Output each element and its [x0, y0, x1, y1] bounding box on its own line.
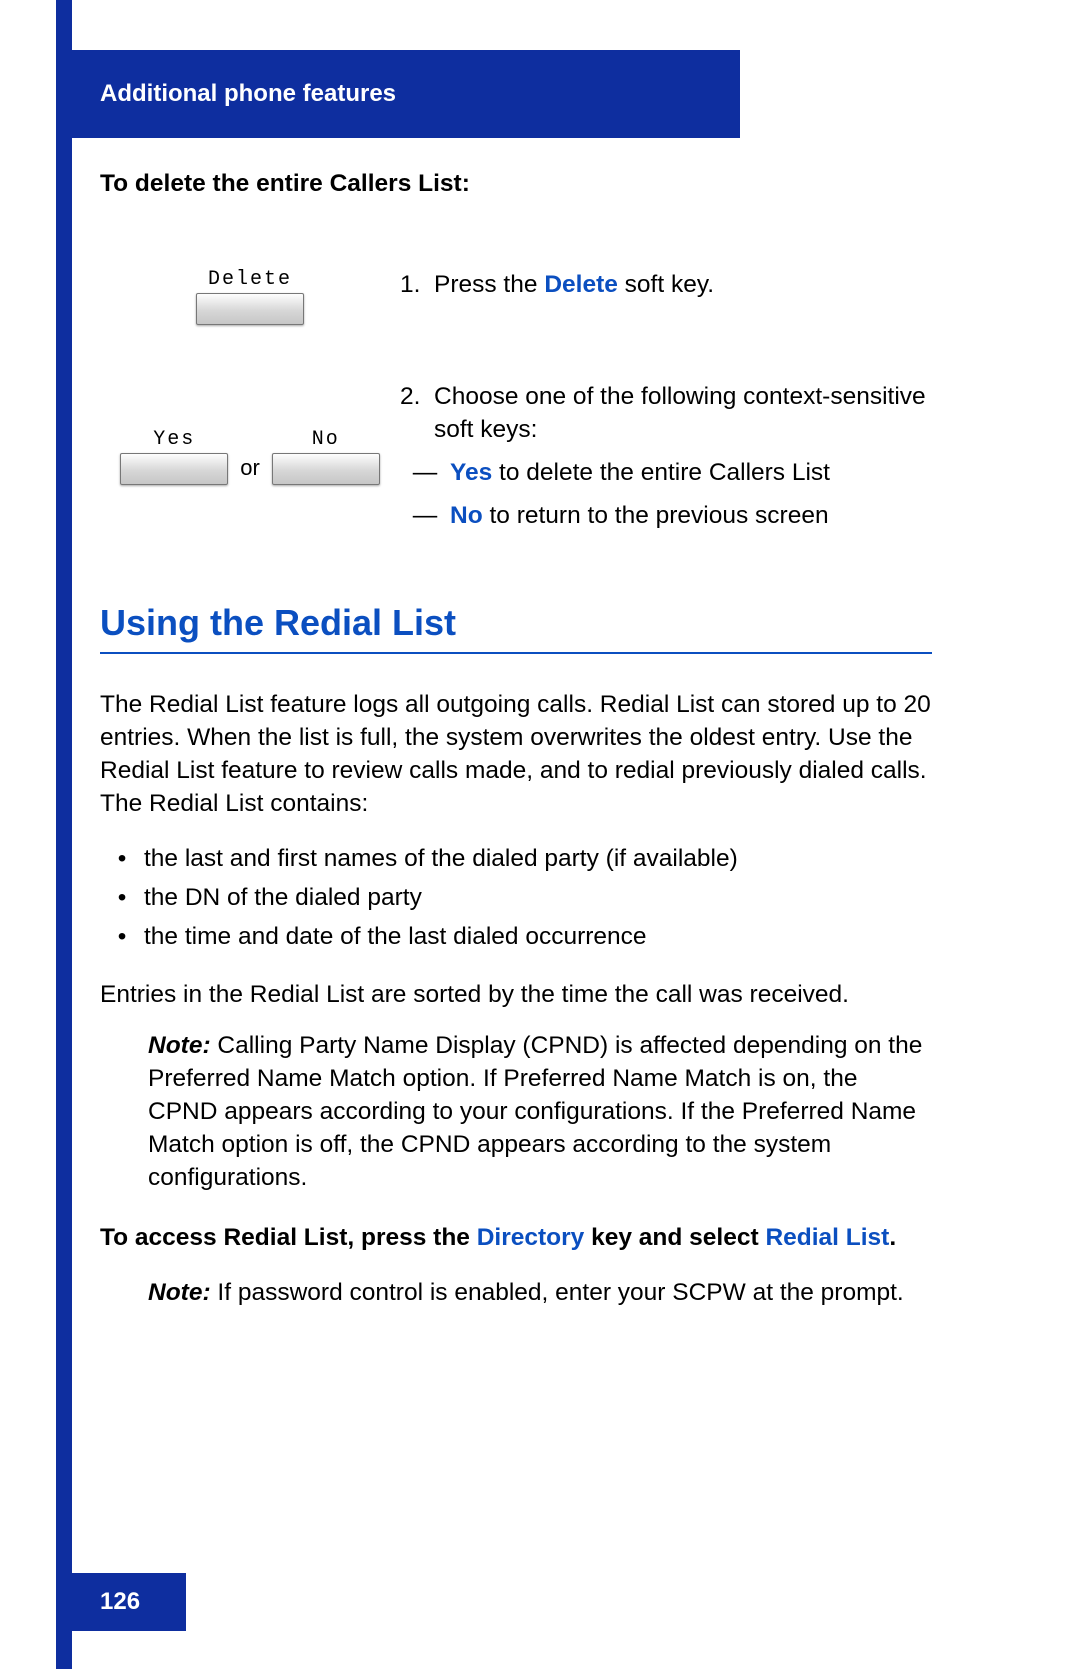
left-spine — [56, 0, 72, 1669]
yes-key: Yes — [450, 459, 492, 486]
no-softkey-label: No — [312, 428, 340, 451]
list-item: •the DN of the dialed party — [100, 878, 932, 917]
no-key: No — [450, 502, 483, 529]
redial-intro-paragraph: The Redial List feature logs all outgoin… — [100, 688, 932, 820]
password-note: Note: If password control is enabled, en… — [148, 1276, 932, 1309]
bullet-dot-icon: • — [100, 839, 144, 878]
step-1-suffix: soft key. — [618, 271, 714, 298]
step-2-option-no: — No to return to the previous screen — [400, 499, 932, 532]
intro-heading: To delete the entire Callers List: — [100, 170, 932, 198]
header-banner: Additional phone features — [56, 50, 740, 138]
note-label: Note: — [148, 1279, 211, 1306]
delete-softkey-label: Delete — [208, 268, 292, 291]
step-2-text: 2. Choose one of the following context-s… — [400, 380, 932, 532]
yes-no-softkeys: Yes or No — [120, 428, 380, 485]
step-1-row: Delete 1.Press the Delete soft key. — [100, 268, 932, 325]
content-column: To delete the entire Callers List: Delet… — [100, 170, 932, 1340]
access-post: . — [889, 1224, 896, 1251]
header-title: Additional phone features — [100, 80, 396, 108]
manual-page: Additional phone features To delete the … — [0, 0, 1080, 1669]
note-text: Calling Party Name Display (CPND) is aff… — [148, 1032, 922, 1191]
dash-icon: — — [400, 456, 450, 489]
step-2-option-yes: — Yes to delete the entire Callers List — [400, 456, 932, 489]
section-heading: Using the Redial List — [100, 602, 932, 644]
list-item: •the time and date of the last dialed oc… — [100, 917, 932, 956]
redial-list-key: Redial List — [765, 1224, 889, 1251]
cpnd-note: Note: Calling Party Name Display (CPND) … — [148, 1029, 932, 1194]
redial-bullet-list: •the last and first names of the dialed … — [100, 839, 932, 957]
access-instruction: To access Redial List, press the Directo… — [100, 1224, 932, 1252]
bullet-dot-icon: • — [100, 917, 144, 956]
no-softkey: No — [272, 428, 380, 485]
yes-softkey-button-icon — [120, 453, 228, 485]
step-2-row: Yes or No 2. Choose one of the following… — [100, 380, 932, 532]
step-2-number: 2. — [400, 380, 434, 446]
step-1-keyname: Delete — [544, 271, 618, 298]
access-mid: key and select — [584, 1224, 765, 1251]
step-1-text: 1.Press the Delete soft key. — [400, 268, 932, 301]
no-rest: to return to the previous screen — [483, 502, 829, 529]
yes-softkey-label: Yes — [153, 428, 195, 451]
access-pre: To access Redial List, press the — [100, 1224, 477, 1251]
delete-softkey: Delete — [196, 268, 304, 325]
or-text: or — [240, 455, 260, 485]
yes-rest: to delete the entire Callers List — [492, 459, 830, 486]
step-1-prefix: Press the — [434, 271, 544, 298]
yes-softkey: Yes — [120, 428, 228, 485]
list-item: •the last and first names of the dialed … — [100, 839, 932, 878]
bullet-dot-icon: • — [100, 878, 144, 917]
page-number: 126 — [100, 1588, 140, 1616]
bullet-text: the time and date of the last dialed occ… — [144, 917, 647, 956]
directory-key: Directory — [477, 1224, 585, 1251]
page-number-tab: 126 — [56, 1573, 186, 1631]
bullet-text: the DN of the dialed party — [144, 878, 422, 917]
delete-softkey-button-icon — [196, 293, 304, 325]
note-text: If password control is enabled, enter yo… — [211, 1279, 904, 1306]
step-2-key-col: Yes or No — [100, 428, 400, 485]
section-heading-rule — [100, 652, 932, 654]
step-1-number: 1. — [400, 268, 434, 301]
sort-paragraph: Entries in the Redial List are sorted by… — [100, 978, 932, 1011]
note-label: Note: — [148, 1032, 211, 1059]
step-2-intro-text: Choose one of the following context-sens… — [434, 380, 932, 446]
step-1-key-col: Delete — [100, 268, 400, 325]
no-softkey-button-icon — [272, 453, 380, 485]
dash-icon: — — [400, 499, 450, 532]
bullet-text: the last and first names of the dialed p… — [144, 839, 738, 878]
